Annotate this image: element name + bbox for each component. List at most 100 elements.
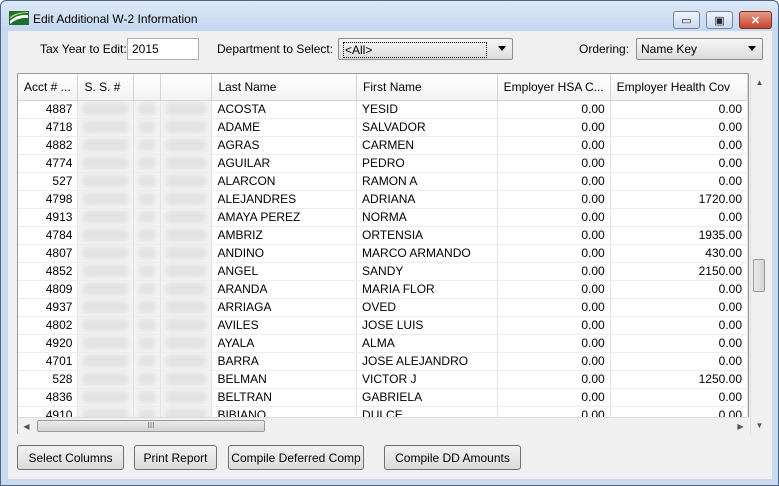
cell-acct[interactable]: 4718 [18, 118, 79, 137]
cell-acct[interactable]: 4774 [18, 154, 79, 173]
cell-acct[interactable]: 4882 [18, 136, 79, 155]
cell-ssn-redacted[interactable] [77, 154, 134, 173]
cell-acct[interactable]: 528 [18, 370, 79, 389]
cell-acct[interactable]: 4852 [18, 262, 79, 281]
column-header-acct[interactable]: Acct # ... [18, 74, 79, 101]
cell-last-name[interactable]: ALARCON [211, 172, 358, 191]
cell-ssn-redacted[interactable] [77, 370, 134, 389]
maximize-button[interactable]: ▣ [706, 11, 733, 29]
cell-redacted[interactable] [160, 244, 213, 263]
cell-employer-health-cov[interactable]: 0.00 [610, 118, 748, 137]
table-row[interactable]: 4920 AYALA ALMA 0.00 0.00 [18, 334, 748, 353]
cell-employer-hsa[interactable]: 0.00 [497, 100, 611, 119]
cell-redacted[interactable] [133, 208, 162, 227]
table-row[interactable]: 4718 ADAME SALVADOR 0.00 0.00 [18, 118, 748, 137]
cell-first-name[interactable]: YESID [356, 100, 498, 119]
table-row[interactable]: 4809 ARANDA MARIA FLOR 0.00 0.00 [18, 280, 748, 299]
scroll-right-icon[interactable]: ▶ [732, 418, 749, 435]
cell-last-name[interactable]: ANDINO [211, 244, 358, 263]
department-select[interactable]: <All> [338, 38, 513, 60]
cell-redacted[interactable] [133, 244, 162, 263]
cell-ssn-redacted[interactable] [77, 208, 134, 227]
cell-ssn-redacted[interactable] [77, 136, 134, 155]
cell-redacted[interactable] [133, 262, 162, 281]
cell-acct[interactable]: 4701 [18, 352, 79, 371]
cell-employer-hsa[interactable]: 0.00 [497, 226, 611, 245]
cell-last-name[interactable]: AMAYA PEREZ [211, 208, 358, 227]
cell-employer-health-cov[interactable]: 0.00 [610, 352, 748, 371]
cell-acct[interactable]: 4807 [18, 244, 79, 263]
cell-redacted[interactable] [133, 190, 162, 209]
cell-employer-hsa[interactable]: 0.00 [497, 262, 611, 281]
cell-last-name[interactable]: AMBRIZ [211, 226, 358, 245]
cell-last-name[interactable]: ANGEL [211, 262, 358, 281]
cell-redacted[interactable] [160, 298, 213, 317]
cell-last-name[interactable]: AYALA [211, 334, 358, 353]
cell-redacted[interactable] [160, 118, 213, 137]
cell-acct[interactable]: 4802 [18, 316, 79, 335]
cell-ssn-redacted[interactable] [77, 262, 134, 281]
chevron-down-icon[interactable] [498, 46, 506, 51]
cell-redacted[interactable] [160, 172, 213, 191]
cell-redacted[interactable] [133, 100, 162, 119]
table-row[interactable]: 527 ALARCON RAMON A 0.00 0.00 [18, 172, 748, 191]
cell-employer-hsa[interactable]: 0.00 [497, 334, 611, 353]
cell-last-name[interactable]: ALEJANDRES [211, 190, 358, 209]
cell-redacted[interactable] [160, 190, 213, 209]
cell-redacted[interactable] [160, 388, 213, 407]
cell-ssn-redacted[interactable] [77, 298, 134, 317]
scroll-up-icon[interactable]: ▲ [751, 74, 768, 91]
table-row[interactable]: 4913 AMAYA PEREZ NORMA 0.00 0.00 [18, 208, 748, 227]
cell-last-name[interactable]: AGUILAR [211, 154, 358, 173]
minimize-button[interactable]: ▭ [673, 11, 700, 29]
cell-redacted[interactable] [160, 316, 213, 335]
cell-last-name[interactable]: BELTRAN [211, 388, 358, 407]
column-header-employer-health-cov[interactable]: Employer Health Cov [610, 74, 748, 101]
table-row[interactable]: 4937 ARRIAGA OVED 0.00 0.00 [18, 298, 748, 317]
cell-employer-hsa[interactable]: 0.00 [497, 388, 611, 407]
cell-acct[interactable]: 4913 [18, 208, 79, 227]
compile-deferred-comp-button[interactable]: Compile Deferred Comp [228, 445, 364, 470]
cell-redacted[interactable] [133, 226, 162, 245]
horizontal-scroll-thumb[interactable]: III [37, 420, 265, 432]
cell-employer-hsa[interactable]: 0.00 [497, 370, 611, 389]
ordering-select[interactable]: Name Key [636, 38, 763, 60]
cell-employer-health-cov[interactable]: 0.00 [610, 208, 748, 227]
cell-ssn-redacted[interactable] [77, 190, 134, 209]
cell-last-name[interactable]: ARANDA [211, 280, 358, 299]
table-row[interactable]: 4852 ANGEL SANDY 0.00 2150.00 [18, 262, 748, 281]
scroll-left-icon[interactable]: ◀ [18, 418, 35, 435]
cell-acct[interactable]: 527 [18, 172, 79, 191]
cell-ssn-redacted[interactable] [77, 100, 134, 119]
cell-employer-health-cov[interactable]: 0.00 [610, 172, 748, 191]
horizontal-scrollbar[interactable]: ◀ III ▶ [18, 417, 749, 434]
table-row[interactable]: 4701 BARRA JOSE ALEJANDRO 0.00 0.00 [18, 352, 748, 371]
cell-first-name[interactable]: NORMA [356, 208, 498, 227]
cell-last-name[interactable]: BARRA [211, 352, 358, 371]
cell-first-name[interactable]: SALVADOR [356, 118, 498, 137]
cell-first-name[interactable]: ORTENSIA [356, 226, 498, 245]
cell-redacted[interactable] [133, 118, 162, 137]
table-row[interactable]: 4882 AGRAS CARMEN 0.00 0.00 [18, 136, 748, 155]
cell-employer-health-cov[interactable]: 430.00 [610, 244, 748, 263]
table-row[interactable]: 4802 AVILES JOSE LUIS 0.00 0.00 [18, 316, 748, 335]
tax-year-input[interactable]: 2015 [127, 38, 199, 60]
cell-employer-hsa[interactable]: 0.00 [497, 298, 611, 317]
cell-redacted[interactable] [133, 388, 162, 407]
table-row[interactable]: 4774 AGUILAR PEDRO 0.00 0.00 [18, 154, 748, 173]
column-header-blank-2[interactable] [160, 74, 213, 101]
cell-employer-hsa[interactable]: 0.00 [497, 190, 611, 209]
cell-redacted[interactable] [133, 280, 162, 299]
cell-redacted[interactable] [133, 370, 162, 389]
cell-employer-hsa[interactable]: 0.00 [497, 316, 611, 335]
close-button[interactable]: ✕ [739, 11, 772, 29]
cell-acct[interactable]: 4887 [18, 100, 79, 119]
table-row[interactable]: 4784 AMBRIZ ORTENSIA 0.00 1935.00 [18, 226, 748, 245]
column-header-first-name[interactable]: First Name [356, 74, 498, 101]
cell-ssn-redacted[interactable] [77, 280, 134, 299]
cell-first-name[interactable]: MARCO ARMANDO [356, 244, 498, 263]
cell-employer-health-cov[interactable]: 0.00 [610, 316, 748, 335]
table-row[interactable]: 4807 ANDINO MARCO ARMANDO 0.00 430.00 [18, 244, 748, 263]
table-row[interactable]: 528 BELMAN VICTOR J 0.00 1250.00 [18, 370, 748, 389]
cell-employer-health-cov[interactable]: 1720.00 [610, 190, 748, 209]
